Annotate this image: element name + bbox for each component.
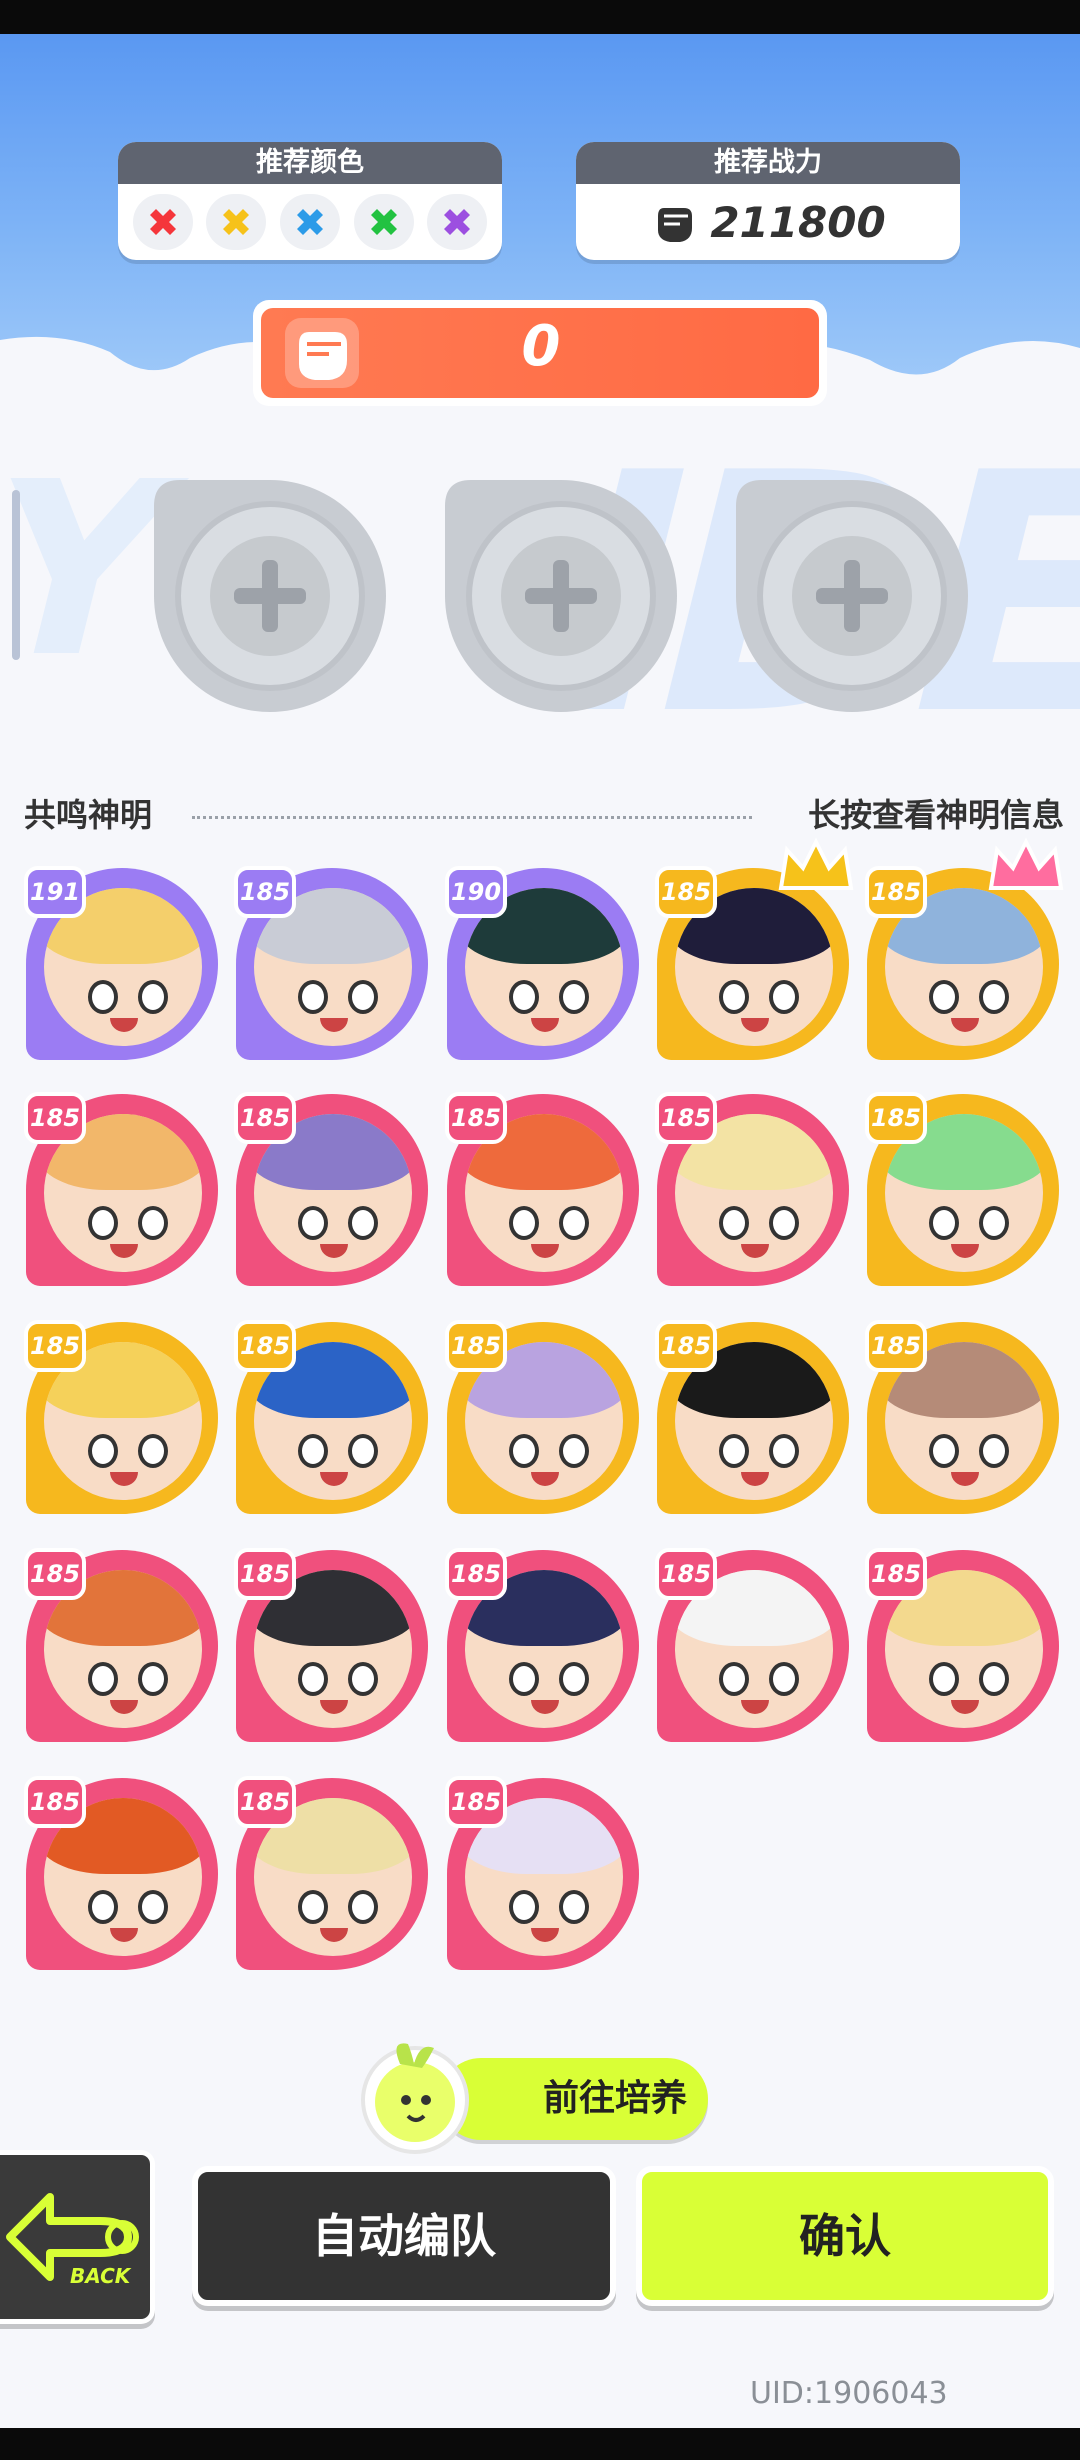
recommend-power-title: 推荐战力 — [576, 142, 960, 184]
cross-icon — [370, 209, 397, 235]
level-badge: 185 — [445, 1548, 507, 1600]
long-press-hint: 长按查看神明信息 — [807, 796, 1064, 834]
character-card[interactable]: 185 — [234, 1320, 434, 1520]
auto-formation-button[interactable]: 自动编队 — [192, 2166, 616, 2306]
recommend-color-panel: 推荐颜色 — [118, 142, 502, 260]
add-slot-icon — [154, 480, 386, 712]
back-label: BACK — [70, 2264, 132, 2288]
resonance-gods-label: 共鸣神明 — [24, 796, 153, 834]
level-badge: 185 — [655, 1320, 717, 1372]
go-train-pill[interactable]: 前往培养 — [440, 2058, 708, 2140]
fist-icon — [658, 208, 693, 242]
level-badge: 185 — [24, 1776, 86, 1828]
character-card[interactable]: 185 — [865, 1320, 1065, 1520]
character-card[interactable]: 185 — [234, 866, 434, 1066]
confirm-button[interactable]: 确认 — [636, 2166, 1054, 2306]
level-badge: 185 — [655, 1092, 717, 1144]
character-card[interactable]: 185 — [445, 1092, 645, 1292]
character-card[interactable]: 185 — [24, 1092, 224, 1292]
character-card[interactable]: 191 — [24, 866, 224, 1066]
character-card[interactable]: 185 — [234, 1776, 434, 1976]
character-card[interactable]: 185 — [24, 1320, 224, 1520]
level-badge: 185 — [234, 1092, 296, 1144]
level-badge: 185 — [234, 1320, 296, 1372]
character-card[interactable]: 190 — [445, 866, 645, 1066]
character-card[interactable]: 185 — [445, 1548, 645, 1748]
go-train-button[interactable]: 前往培养 — [350, 2030, 710, 2154]
recommend-color-title: 推荐颜色 — [118, 142, 502, 184]
status-bar — [0, 0, 1080, 34]
character-card[interactable]: 185 — [234, 1548, 434, 1748]
level-badge: 185 — [655, 866, 717, 918]
dotted-line — [192, 816, 752, 819]
character-card[interactable]: 185 — [24, 1548, 224, 1748]
character-card[interactable]: 185 — [655, 837, 855, 1066]
character-card[interactable]: 185 — [234, 1092, 434, 1292]
color-option-2 — [206, 194, 267, 250]
level-badge: 190 — [445, 866, 507, 918]
level-badge: 185 — [445, 1320, 507, 1372]
uid-text: UID:1906043 — [750, 2376, 948, 2411]
color-option-1 — [132, 194, 193, 250]
level-badge: 185 — [234, 866, 296, 918]
level-badge: 185 — [865, 866, 927, 918]
team-slot-3[interactable] — [732, 476, 972, 716]
navigation-bar — [0, 2428, 1080, 2460]
go-train-label: 前往培养 — [542, 2078, 687, 2119]
level-badge: 185 — [24, 1320, 86, 1372]
character-card[interactable]: 185 — [655, 1092, 855, 1292]
level-badge: 185 — [234, 1776, 296, 1828]
team-slot-1[interactable] — [150, 476, 390, 716]
level-badge: 191 — [24, 866, 86, 918]
cross-icon — [149, 209, 176, 235]
crown-icon — [778, 837, 854, 890]
recommend-power-panel: 推荐战力 211800 — [576, 142, 960, 260]
color-option-4 — [353, 194, 414, 250]
add-slot-icon — [445, 480, 677, 712]
level-badge: 185 — [865, 1320, 927, 1372]
level-badge: 185 — [24, 1092, 86, 1144]
character-card[interactable]: 185 — [865, 1548, 1065, 1748]
section-divider: 共鸣神明 长按查看神明信息 — [24, 790, 1064, 834]
color-option-3 — [279, 194, 340, 250]
scroll-thumb[interactable] — [12, 490, 20, 660]
level-badge: 185 — [445, 1776, 507, 1828]
team-slot-2[interactable] — [441, 476, 681, 716]
character-card[interactable]: 185 — [24, 1776, 224, 1976]
character-card[interactable]: 185 — [445, 1776, 645, 1976]
cross-icon — [223, 209, 250, 235]
cross-icon — [296, 209, 323, 235]
recommend-power-value: 211800 — [710, 197, 886, 247]
level-badge: 185 — [655, 1548, 717, 1600]
back-button[interactable]: BACK — [0, 2150, 155, 2324]
add-slot-icon — [736, 480, 968, 712]
character-card[interactable]: 185 — [655, 1548, 855, 1748]
back-arrow-icon: BACK — [6, 2193, 139, 2288]
character-card[interactable]: 185 — [865, 1092, 1065, 1292]
fist-icon — [285, 318, 359, 388]
team-power-value: 0 — [521, 314, 561, 379]
auto-formation-label: 自动编队 — [312, 2209, 496, 2263]
team-power-bar: 0 — [253, 300, 827, 406]
character-card[interactable]: 185 — [445, 1320, 645, 1520]
mascot-icon — [361, 2043, 469, 2154]
level-badge: 185 — [445, 1092, 507, 1144]
color-list — [118, 184, 502, 260]
level-badge: 185 — [865, 1548, 927, 1600]
color-option-5 — [427, 194, 488, 250]
level-badge: 185 — [865, 1092, 927, 1144]
confirm-label: 确认 — [799, 2209, 891, 2263]
crown-icon — [988, 837, 1064, 890]
cross-icon — [444, 209, 471, 235]
level-badge: 185 — [234, 1548, 296, 1600]
level-badge: 185 — [24, 1548, 86, 1600]
character-card[interactable]: 185 — [655, 1320, 855, 1520]
character-card[interactable]: 185 — [865, 837, 1065, 1066]
